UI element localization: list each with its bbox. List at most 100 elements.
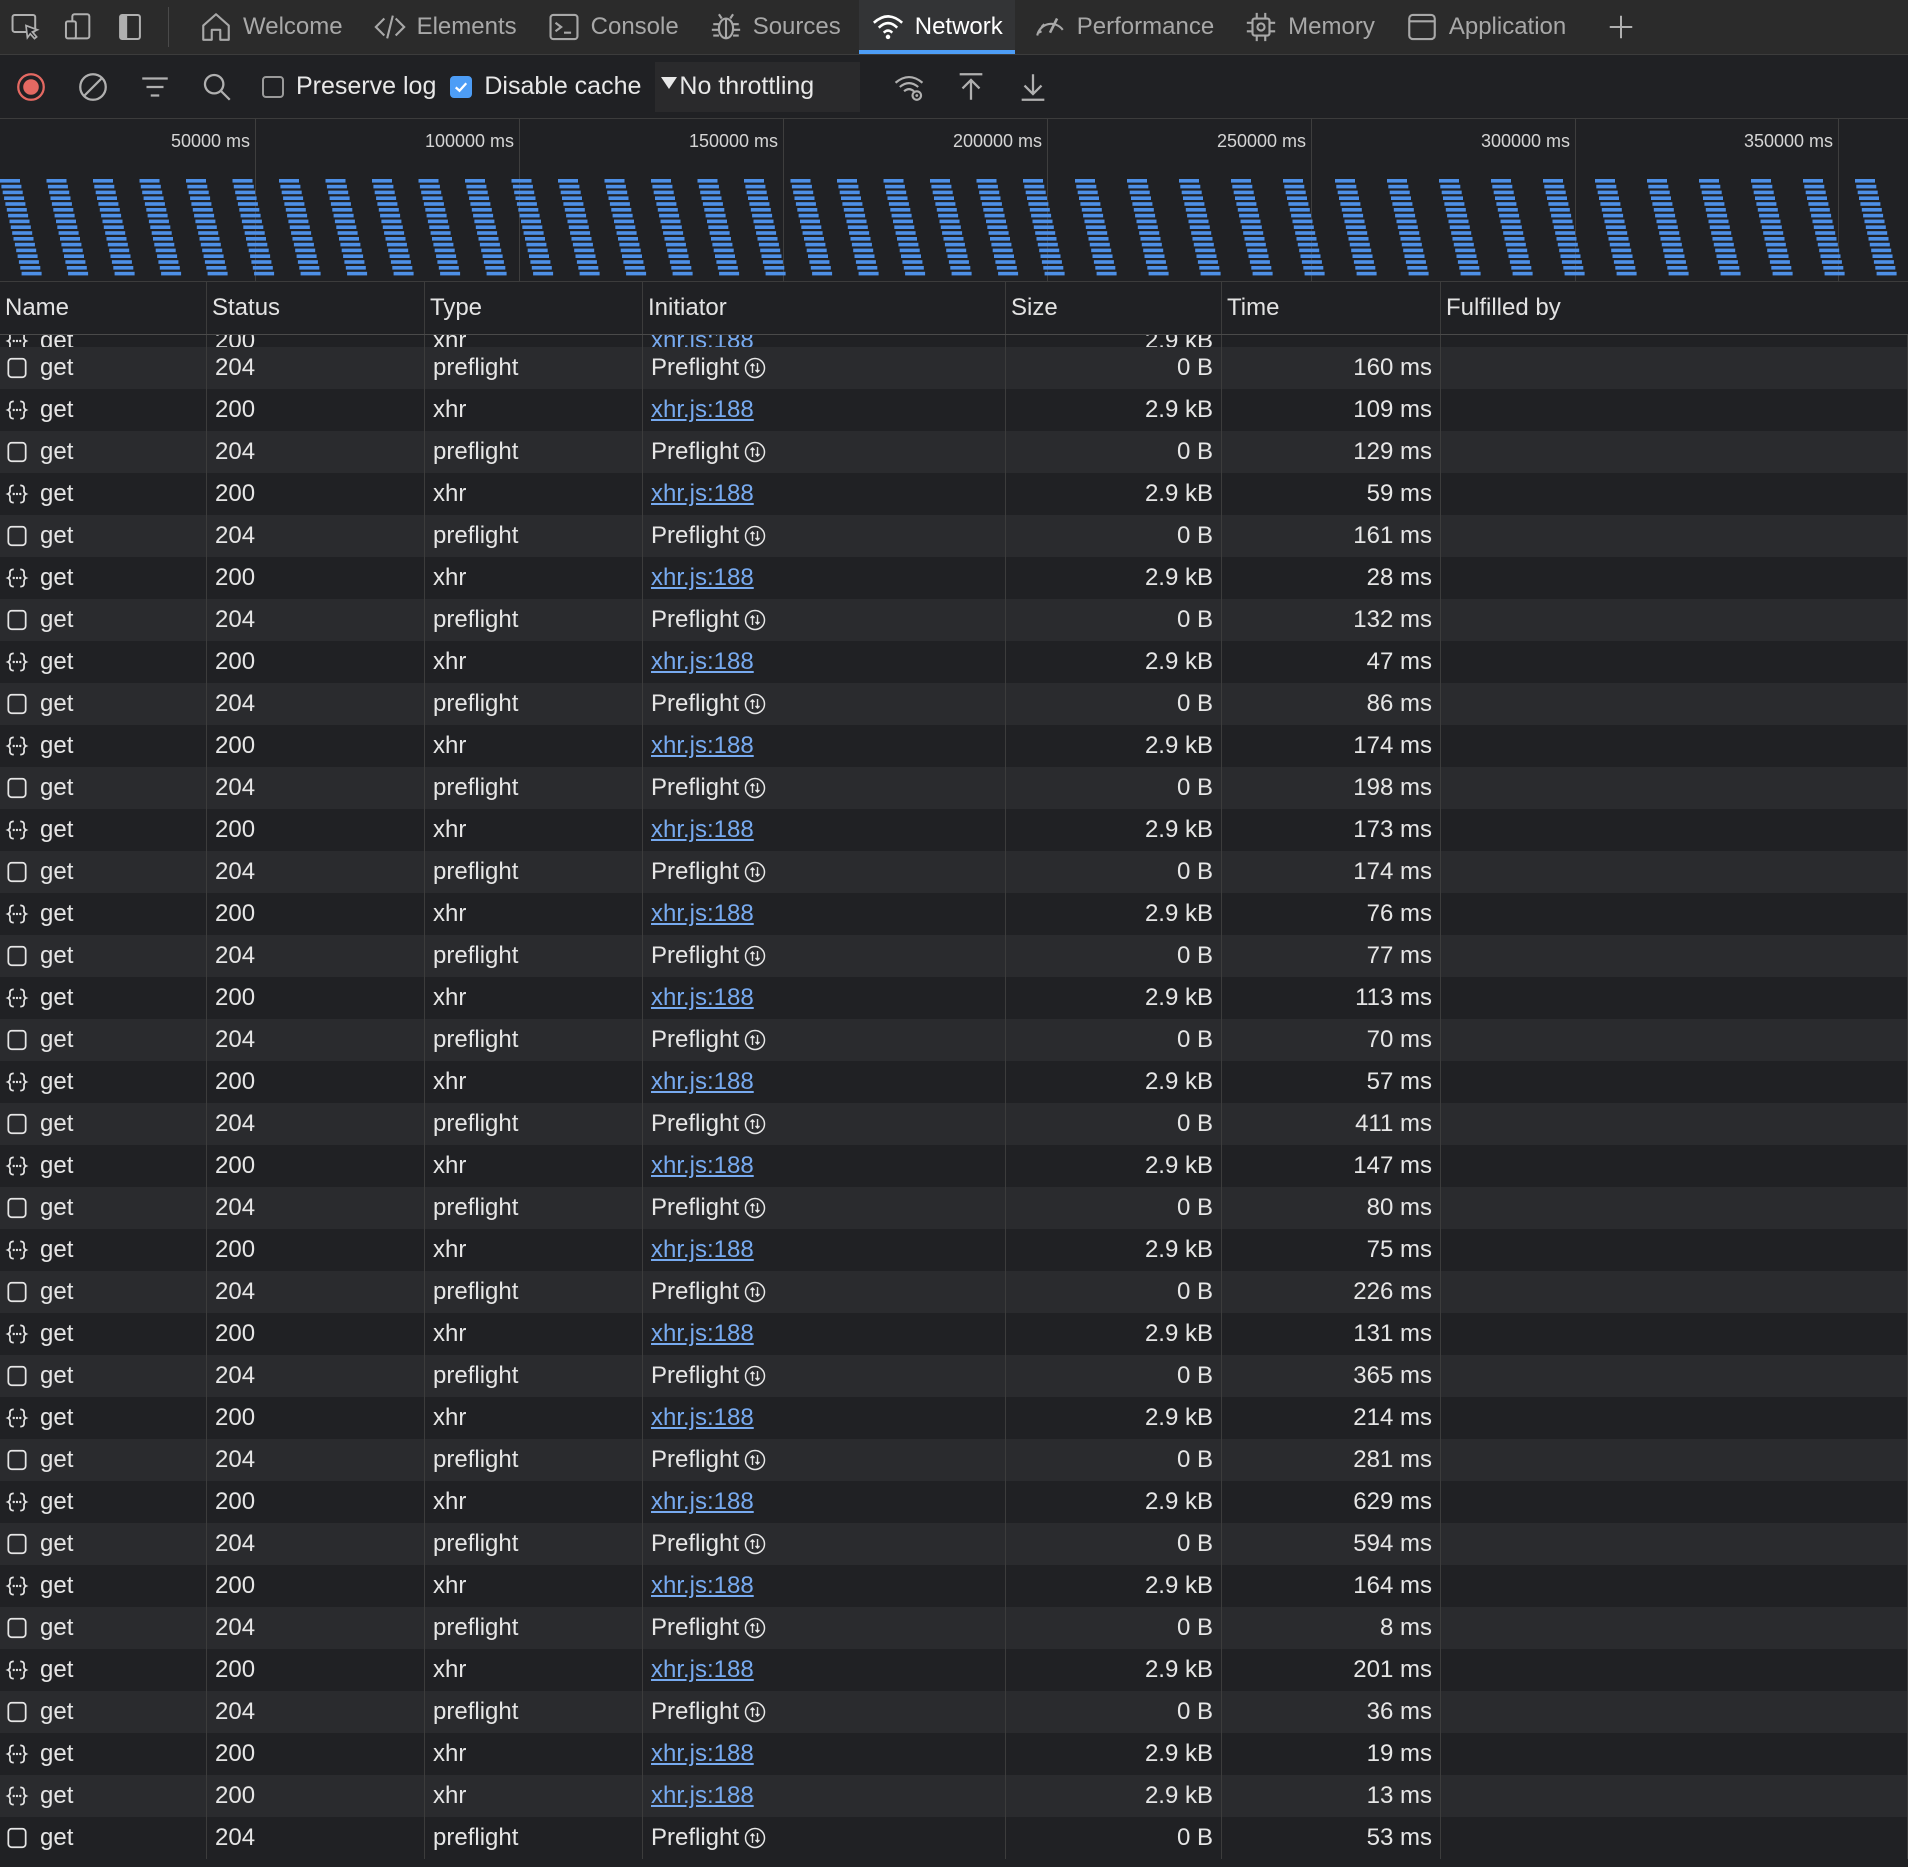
initiator-link[interactable]: xhr.js:188 — [651, 1656, 754, 1684]
inspect-element-button[interactable] — [0, 0, 52, 54]
tab-console[interactable]: Console — [535, 0, 691, 54]
cell-name[interactable]: get — [0, 1691, 207, 1733]
tab-sources[interactable]: Sources — [697, 0, 853, 54]
cell-name[interactable]: get — [0, 1103, 207, 1145]
tab-welcome[interactable]: Welcome — [187, 0, 355, 54]
table-row[interactable]: get 204 preflight Preflight 0 B8 ms — [0, 1607, 1908, 1649]
initiator-link[interactable]: xhr.js:188 — [651, 984, 754, 1012]
table-row[interactable]: get 200 xhr xhr.js:188 2.9 kB 19 ms — [0, 1733, 1908, 1775]
filter-button[interactable] — [124, 56, 186, 118]
initiator-link[interactable]: xhr.js:188 — [651, 396, 754, 424]
cell-name[interactable]: get — [0, 683, 207, 725]
toggle-sidebar-button[interactable] — [104, 0, 156, 54]
table-row[interactable]: get 200 xhr xhr.js:188 2.9 kB 75 ms — [0, 1229, 1908, 1271]
cell-name[interactable]: get — [0, 1607, 207, 1649]
table-row[interactable]: get 200 xhr xhr.js:188 2.9 kB 214 ms — [0, 1397, 1908, 1439]
table-row[interactable]: get 204 preflight Preflight 0 B 174 ms — [0, 851, 1908, 893]
table-row[interactable]: get 204 preflight Preflight 0 B 161 ms — [0, 515, 1908, 557]
initiator-link[interactable]: xhr.js:188 — [651, 1236, 754, 1264]
table-row[interactable]: get 200 xhr xhr.js:188 2.9 kB 131 ms — [0, 1313, 1908, 1355]
clear-button[interactable] — [62, 56, 124, 118]
tab-network[interactable]: Network — [858, 0, 1015, 54]
table-row[interactable]: get 200 xhr xhr.js:188 2.9 kB 174 ms — [0, 725, 1908, 767]
column-header-time[interactable]: Time — [1222, 282, 1441, 334]
cell-name[interactable]: get — [0, 473, 207, 515]
cell-name[interactable]: get — [0, 893, 207, 935]
disable-cache-checkbox[interactable]: Disable cache — [450, 72, 641, 101]
network-conditions-button[interactable] — [878, 56, 940, 118]
initiator-link[interactable]: xhr.js:188 — [651, 1152, 754, 1180]
initiator-link[interactable]: xhr.js:188 — [651, 1320, 754, 1348]
cell-name[interactable]: get — [0, 1019, 207, 1061]
cell-name[interactable]: get — [0, 335, 207, 347]
table-row[interactable]: get 204 preflight Preflight 0 B 411 ms — [0, 1103, 1908, 1145]
preserve-log-box[interactable] — [262, 75, 284, 98]
table-row[interactable]: get 204 preflight Preflight 0 B 281 ms — [0, 1439, 1908, 1481]
initiator-link[interactable]: xhr.js:188 — [651, 1068, 754, 1096]
table-row[interactable]: get 204 preflight Preflight 0 B 129 ms — [0, 431, 1908, 473]
table-row[interactable]: get 200 xhr xhr.js:188 2.9 kB 201 ms — [0, 1649, 1908, 1691]
initiator-link[interactable]: xhr.js:188 — [651, 1488, 754, 1516]
table-row[interactable]: get 204 preflight Preflight 0 B 36 ms — [0, 1691, 1908, 1733]
tab-performance[interactable]: Performance — [1021, 0, 1226, 54]
table-row[interactable]: get 204 preflight Preflight 0 B 594 ms — [0, 1523, 1908, 1565]
cell-name[interactable]: get — [0, 389, 207, 431]
cell-name[interactable]: get — [0, 1397, 207, 1439]
table-row[interactable]: get 200 xhr xhr.js:188 2.9 kB 173 ms — [0, 809, 1908, 851]
initiator-link[interactable]: xhr.js:188 — [651, 732, 754, 760]
table-row[interactable]: get 204 preflight Preflight 0 B 365 ms — [0, 1355, 1908, 1397]
cell-name[interactable]: get — [0, 515, 207, 557]
cell-name[interactable]: get — [0, 1145, 207, 1187]
cell-name[interactable]: get — [0, 1523, 207, 1565]
device-emulation-button[interactable] — [52, 0, 104, 54]
initiator-link[interactable]: xhr.js:188 — [651, 1740, 754, 1768]
cell-name[interactable]: get — [0, 767, 207, 809]
table-row[interactable]: get 200 xhr xhr.js:188 2.9 kB 147 ms — [0, 1145, 1908, 1187]
table-row[interactable]: get 204 preflight Preflight 0 B 77 ms — [0, 935, 1908, 977]
cell-name[interactable]: get — [0, 851, 207, 893]
table-row[interactable]: get 200 xhr xhr.js:188 2.9 kB 629 ms — [0, 1481, 1908, 1523]
import-har-button[interactable] — [940, 56, 1002, 118]
initiator-link[interactable]: xhr.js:188 — [651, 816, 754, 844]
initiator-link[interactable]: xhr.js:188 — [651, 1404, 754, 1432]
cell-name[interactable]: get — [0, 935, 207, 977]
cell-name[interactable]: get — [0, 1565, 207, 1607]
table-row[interactable]: get 200 xhr xhr.js:188 2.9 kB 109 ms — [0, 389, 1908, 431]
cell-name[interactable]: get — [0, 557, 207, 599]
column-header-name[interactable]: Name — [0, 282, 207, 334]
disable-cache-box[interactable] — [450, 75, 473, 98]
initiator-link[interactable]: xhr.js:188 — [651, 1572, 754, 1600]
table-row[interactable]: get 200 xhr xhr.js:188 2.9 kB 13 ms — [0, 1775, 1908, 1817]
cell-name[interactable]: get — [0, 1649, 207, 1691]
cell-name[interactable]: get — [0, 1481, 207, 1523]
cell-name[interactable]: get — [0, 1775, 207, 1817]
cell-name[interactable]: get — [0, 641, 207, 683]
tab-application[interactable]: Application — [1393, 0, 1578, 54]
table-row[interactable]: get 204 preflight Preflight 0 B 132 ms — [0, 599, 1908, 641]
cell-name[interactable]: get — [0, 1229, 207, 1271]
cell-name[interactable]: get — [0, 977, 207, 1019]
cell-name[interactable]: get — [0, 1187, 207, 1229]
cell-name[interactable]: get — [0, 431, 207, 473]
more-tools-button[interactable] — [1594, 0, 1648, 54]
cell-name[interactable]: get — [0, 725, 207, 767]
search-button[interactable] — [186, 56, 248, 118]
tab-elements[interactable]: Elements — [361, 0, 529, 54]
column-header-fulfilled-by[interactable]: Fulfilled by — [1441, 282, 1908, 334]
initiator-link[interactable]: xhr.js:188 — [651, 564, 754, 592]
table-row[interactable]: get 200 xhr xhr.js:188 2.9 kB 113 ms — [0, 977, 1908, 1019]
table-row[interactable]: get 200 xhr xhr.js:188 2.9 kB 76 ms — [0, 893, 1908, 935]
table-row[interactable]: get 200 xhr xhr.js:188 2.9 kB 28 ms — [0, 557, 1908, 599]
table-row[interactable]: get 200 xhr xhr.js:188 2.9 kB 57 ms — [0, 1061, 1908, 1103]
export-har-button[interactable] — [1002, 56, 1064, 118]
initiator-link[interactable]: xhr.js:188 — [651, 480, 754, 508]
cell-name[interactable]: get — [0, 809, 207, 851]
cell-name[interactable]: get — [0, 1817, 207, 1859]
cell-name[interactable]: get — [0, 599, 207, 641]
table-row[interactable]: get 200 xhr xhr.js:188 2.9 kB 164 ms — [0, 1565, 1908, 1607]
tab-memory[interactable]: Memory — [1232, 0, 1387, 54]
stop-recording-button[interactable] — [0, 56, 62, 118]
table-row[interactable]: get 204 preflight Preflight 0 B 160 ms — [0, 347, 1908, 389]
cell-name[interactable]: get — [0, 1271, 207, 1313]
initiator-link[interactable]: xhr.js:188 — [651, 900, 754, 928]
